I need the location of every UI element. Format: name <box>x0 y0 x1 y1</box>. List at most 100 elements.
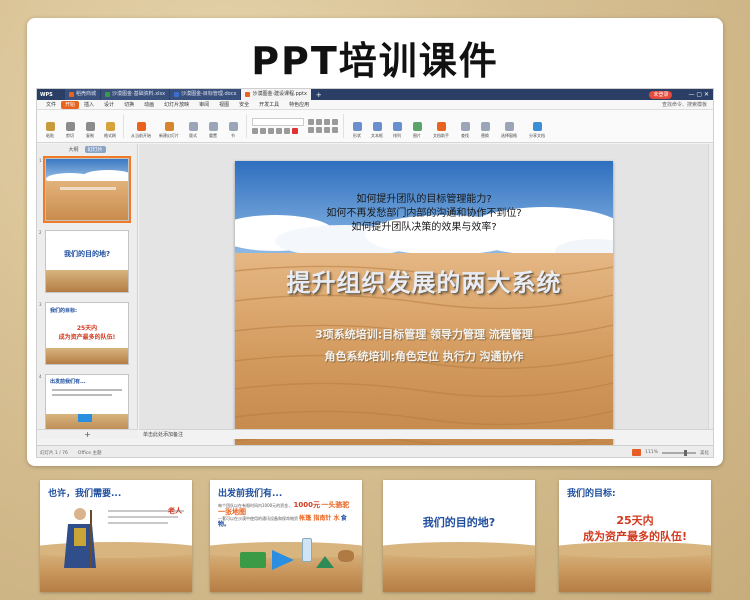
preview-title: 我们的目的地? <box>422 516 496 529</box>
align-center-icon[interactable] <box>316 127 322 133</box>
menu-view[interactable]: 视图 <box>214 100 234 110</box>
shapes-icon <box>352 122 362 131</box>
reset-label: 重置 <box>209 133 217 138</box>
menu-file[interactable]: 文件 <box>41 100 61 110</box>
tab-docx[interactable]: 沙漠图金-目标管理.docx <box>170 89 241 100</box>
tab-slides[interactable]: 幻灯片 <box>84 145 106 153</box>
picture-icon <box>412 122 422 131</box>
menu-transition[interactable]: 切换 <box>119 100 139 110</box>
font-name-box[interactable] <box>252 118 304 126</box>
cut-button[interactable]: 剪切 <box>60 113 80 139</box>
store-icon <box>69 92 74 97</box>
window-controls[interactable]: — ▢ ✕ <box>688 91 713 98</box>
paste-button[interactable]: 粘贴 <box>40 113 60 139</box>
layout-button[interactable]: 版式 <box>183 113 203 139</box>
text-line <box>108 516 178 518</box>
vertical-scrollbar[interactable] <box>708 144 713 429</box>
doc-assistant-button[interactable]: 文档助手 <box>427 113 455 139</box>
menu-review[interactable]: 审阅 <box>194 100 214 110</box>
slide-thumbnail-1[interactable] <box>43 156 131 223</box>
menu-devtools[interactable]: 开发工具 <box>254 100 284 110</box>
slideshow-play-icon[interactable] <box>632 449 642 456</box>
replace-icon <box>480 122 490 131</box>
paste-icon <box>45 122 55 131</box>
zoom-slider[interactable] <box>662 449 696 456</box>
highlight-word: 老人 <box>168 507 182 515</box>
preview-card-2: 出发前我们有... 每个团队以在有限时间内1000元的资金， 1000元 一头骆… <box>210 480 362 592</box>
tab-bar: WPS 稻壳商城 沙漠图金·基础资料.xlsx 沙漠图金-目标管理.docx 沙… <box>37 89 713 100</box>
reset-button[interactable]: 重置 <box>203 113 223 139</box>
shapes-button[interactable]: 形状 <box>347 113 367 139</box>
find-button[interactable]: 查找 <box>455 113 475 139</box>
menu-home[interactable]: 开始 <box>61 100 80 109</box>
select-pane-icon <box>504 122 514 131</box>
arrange-button[interactable]: 排列 <box>387 113 407 139</box>
menu-design[interactable]: 设计 <box>99 100 119 110</box>
tab-label: 沙漠图金-目标管理.docx <box>181 91 237 97</box>
bold-icon[interactable] <box>252 128 258 134</box>
new-slide-button[interactable]: 新建幻灯片 <box>155 113 183 139</box>
indent-icon[interactable] <box>324 119 330 125</box>
share-button[interactable]: 分享文档 <box>523 113 551 139</box>
new-tab-button[interactable]: + <box>312 91 326 99</box>
app-logo[interactable]: WPS <box>37 92 65 98</box>
new-slide-label: 新建幻灯片 <box>159 133 179 138</box>
slide-thumbnail-2[interactable]: 我们的目的地? <box>45 230 129 293</box>
menu-features[interactable]: 特色应用 <box>284 100 314 110</box>
section-button[interactable]: 节 <box>223 113 243 139</box>
menu-security[interactable]: 安全 <box>234 100 254 110</box>
font-color-icon[interactable] <box>292 128 298 134</box>
beautify-button[interactable]: 美化 <box>700 450 709 456</box>
money-icon <box>240 552 266 568</box>
notes-area[interactable]: 单击此处添加备注 <box>139 429 713 439</box>
pane-tabs: 大纲 幻灯片 <box>37 144 137 154</box>
bullets-icon[interactable] <box>308 119 314 125</box>
tab-pptx[interactable]: 沙漠图金·建设课程.pptx <box>241 89 311 100</box>
dune-image <box>383 542 535 592</box>
justify-icon[interactable] <box>332 127 338 133</box>
body-highlight: 1000元 <box>293 501 320 509</box>
picture-button[interactable]: 图片 <box>407 113 427 139</box>
tab-xlsx[interactable]: 沙漠图金·基础资料.xlsx <box>101 89 170 100</box>
slide-thumbnail-3[interactable]: 我们的目标: 25天内 成为资产最多的队伍! <box>45 302 129 365</box>
copy-button[interactable]: 复制 <box>80 113 100 139</box>
from-current-button[interactable]: 从当前开始 <box>127 113 155 139</box>
slide-pane: 大纲 幻灯片 1 2 我们的目的地? 3 我们的目标: 25天内 成为资产最多的… <box>37 144 138 439</box>
tab-store[interactable]: 稻壳商城 <box>65 89 101 100</box>
slide-thumbnail-4[interactable]: 出发前我们有... <box>45 374 129 429</box>
tab-outline[interactable]: 大纲 <box>68 146 78 153</box>
paragraph-format-group <box>306 118 340 134</box>
menu-slideshow[interactable]: 幻灯片放映 <box>159 100 194 110</box>
login-button[interactable]: 未登录 <box>649 90 673 99</box>
preview-card-3: 我们的目的地? <box>383 480 535 592</box>
underline-icon[interactable] <box>268 128 274 134</box>
menu-animation[interactable]: 动画 <box>139 100 159 110</box>
menu-insert[interactable]: 插入 <box>79 100 99 110</box>
format-painter-button[interactable]: 格式刷 <box>100 113 120 139</box>
add-slide-button[interactable]: + <box>37 429 138 439</box>
outdent-icon[interactable] <box>332 119 338 125</box>
numbering-icon[interactable] <box>316 119 322 125</box>
main-slide[interactable]: 如何提升团队的目标管理能力? 如何不再发愁部门内部的沟通和协作不到位? 如何提升… <box>235 161 613 445</box>
align-right-icon[interactable] <box>324 127 330 133</box>
command-search[interactable]: 查找命令、搜索模板 <box>657 100 713 110</box>
docx-icon <box>174 92 180 97</box>
list-row <box>308 119 338 125</box>
text-box-button[interactable]: 文本框 <box>367 113 387 139</box>
select-pane-label: 选择窗格 <box>501 133 517 138</box>
select-pane-button[interactable]: 选择窗格 <box>495 113 523 139</box>
ribbon-divider <box>123 114 124 138</box>
superscript-icon[interactable] <box>284 128 290 134</box>
preview-title: 也许，我们需要... <box>48 489 122 499</box>
italic-icon[interactable] <box>260 128 266 134</box>
zoom-level[interactable]: 111% <box>645 450 658 455</box>
strikethrough-icon[interactable] <box>276 128 282 134</box>
slide-editor: 如何提升团队的目标管理能力? 如何不再发愁部门内部的沟通和协作不到位? 如何提升… <box>139 144 713 445</box>
align-left-icon[interactable] <box>308 127 314 133</box>
old-man-figure-icon <box>64 508 96 568</box>
brush-icon <box>105 122 115 131</box>
replace-button[interactable]: 替换 <box>475 113 495 139</box>
text-box-label: 文本框 <box>371 133 383 138</box>
slide-line: 角色系统培训:角色定位 执行力 沟通协作 <box>324 350 524 363</box>
thumb-title: 出发前我们有... <box>50 379 86 385</box>
